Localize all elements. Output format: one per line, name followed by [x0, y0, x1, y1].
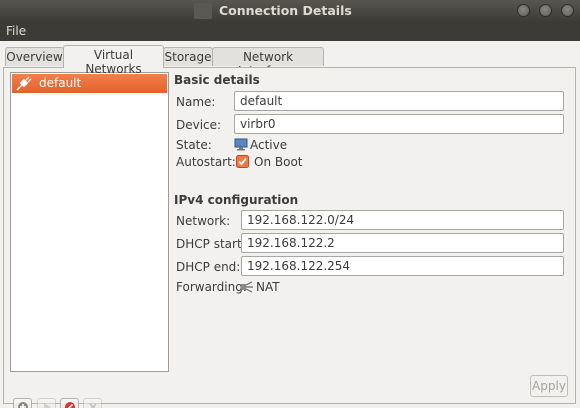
state-label: State:: [176, 138, 212, 152]
network-name: default: [39, 76, 82, 90]
network-field[interactable]: 192.168.122.0/24: [241, 210, 564, 230]
notebook: Overview Virtual Networks Storage Networ…: [3, 45, 576, 408]
dhcp-end-field[interactable]: 192.168.122.254: [241, 256, 564, 276]
basic-details-heading: Basic details: [174, 73, 260, 87]
device-label: Device:: [176, 118, 222, 132]
close-button[interactable]: [561, 4, 574, 17]
forwarding-plug-icon: [240, 280, 254, 296]
autostart-value: On Boot: [254, 155, 303, 169]
ipv4-heading: IPv4 configuration: [174, 193, 299, 207]
tab-network-interfaces[interactable]: Network Interfaces: [212, 47, 324, 78]
dhcp-end-label: DHCP end:: [176, 260, 241, 274]
menu-bar: File: [0, 22, 580, 41]
dhcp-start-field[interactable]: 192.168.122.2: [241, 233, 564, 253]
autostart-label: Autostart:: [176, 155, 236, 169]
minimize-button[interactable]: [517, 4, 530, 17]
tab-storage[interactable]: Storage: [163, 47, 213, 66]
network-list[interactable]: default: [10, 72, 169, 372]
network-plug-icon: [16, 76, 32, 91]
tab-strip: Overview Virtual Networks Storage Networ…: [3, 45, 576, 78]
forwarding-value: NAT: [256, 280, 280, 294]
tab-overview[interactable]: Overview: [5, 47, 64, 66]
state-value: Active: [250, 138, 288, 152]
maximize-button[interactable]: [539, 4, 552, 17]
virtual-networks-page: default Basic details Name: default Devi…: [3, 67, 576, 408]
delete-network-button[interactable]: [83, 398, 102, 408]
device-field[interactable]: virbr0: [234, 114, 564, 134]
name-label: Name:: [176, 95, 216, 109]
add-icon: [18, 402, 28, 408]
start-network-button[interactable]: [37, 398, 56, 408]
network-row-default[interactable]: default: [12, 74, 167, 93]
network-label: Network:: [176, 214, 231, 228]
play-icon: [44, 403, 51, 408]
delete-icon: [89, 403, 97, 408]
stop-network-button[interactable]: [60, 398, 79, 408]
add-network-button[interactable]: [13, 398, 32, 408]
menu-file[interactable]: File: [6, 24, 26, 38]
window-title: Connection Details: [219, 3, 352, 18]
dhcp-start-label: DHCP start:: [176, 237, 246, 251]
tab-virtual-networks[interactable]: Virtual Networks: [63, 45, 164, 76]
title-bar[interactable]: Connection Details: [0, 0, 580, 22]
app-icon: [194, 3, 212, 19]
stop-icon: [65, 402, 75, 408]
autostart-checkbox[interactable]: [236, 155, 249, 171]
forwarding-label: Forwarding:: [176, 280, 247, 294]
state-active-icon: [234, 138, 248, 154]
apply-button[interactable]: Apply: [530, 375, 568, 397]
connection-details-window: Connection Details File Overview Virtual…: [0, 0, 580, 408]
name-field[interactable]: default: [234, 91, 564, 111]
